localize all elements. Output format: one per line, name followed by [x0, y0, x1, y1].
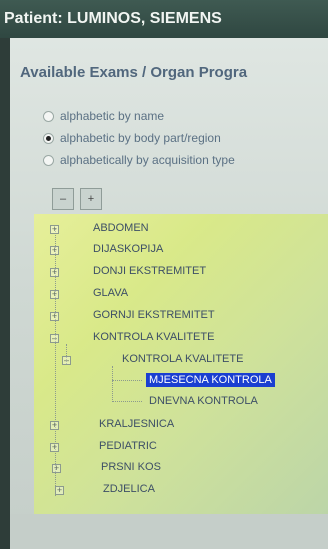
tree-item-donji-ekstremitet[interactable]: DONJI EKSTREMITET — [93, 265, 206, 277]
radio-icon[interactable] — [43, 110, 54, 122]
expand-icon[interactable]: + — [50, 312, 59, 321]
collapse-icon[interactable]: – — [62, 356, 71, 365]
collapse-icon[interactable]: – — [50, 334, 59, 343]
section-title: Available Exams / Organ Progra — [20, 64, 248, 81]
tree-item-prsni-kos[interactable]: PRSNI KOS — [101, 461, 161, 473]
tree-connector — [112, 366, 113, 402]
expand-icon[interactable]: + — [50, 443, 59, 452]
tree-item-mjesecna-kontrola[interactable]: MJESECNA KONTROLA — [146, 373, 275, 387]
tree-item-kraljesnica[interactable]: KRALJESNICA — [99, 418, 174, 430]
tree-item-pediatric[interactable]: PEDIATRIC — [99, 440, 157, 452]
left-edge — [0, 38, 10, 549]
tree-item-dnevna-kontrola[interactable]: DNEVNA KONTROLA — [149, 395, 258, 407]
window-title: Patient: LUMINOS, SIEMENS — [0, 0, 328, 38]
tree-item-glava[interactable]: GLAVA — [93, 287, 128, 299]
collapse-all-button[interactable]: – — [52, 188, 74, 210]
tree-item-dijaskopija[interactable]: DIJASKOPIJA — [93, 243, 163, 255]
tree-connector — [112, 380, 142, 381]
radio-sort-name[interactable]: alphabetic by name — [43, 107, 164, 125]
tree-item-kontrola-kvalitete-sub[interactable]: KONTROLA KVALITETE — [122, 353, 243, 365]
tree-connector — [112, 401, 142, 402]
expand-all-button[interactable]: + — [80, 188, 102, 210]
expand-icon[interactable]: + — [50, 290, 59, 299]
radio-sort-body-part[interactable]: alphabetic by body part/region — [43, 129, 221, 147]
radio-icon[interactable] — [43, 154, 54, 166]
tree-item-kontrola-kvalitete[interactable]: KONTROLA KVALITETE — [93, 331, 214, 343]
radio-label: alphabetic by name — [60, 109, 165, 123]
expand-icon[interactable]: + — [50, 268, 59, 277]
radio-label: alphabetically by acquisition type — [60, 153, 235, 167]
radio-selected-icon[interactable] — [43, 132, 54, 144]
expand-icon[interactable]: + — [50, 421, 59, 430]
expand-icon[interactable]: + — [55, 486, 64, 495]
tree-item-abdomen[interactable]: ABDOMEN — [93, 222, 149, 234]
radio-sort-acquisition[interactable]: alphabetically by acquisition type — [43, 151, 235, 169]
expand-icon[interactable]: + — [52, 464, 61, 473]
expand-icon[interactable]: + — [50, 225, 59, 234]
radio-label: alphabetic by body part/region — [60, 131, 221, 145]
panel-footer — [10, 514, 328, 549]
tree-item-gornji-ekstremitet[interactable]: GORNJI EKSTREMITET — [93, 309, 215, 321]
tree-item-zdjelica[interactable]: ZDJELICA — [103, 483, 155, 495]
expand-icon[interactable]: + — [50, 246, 59, 255]
